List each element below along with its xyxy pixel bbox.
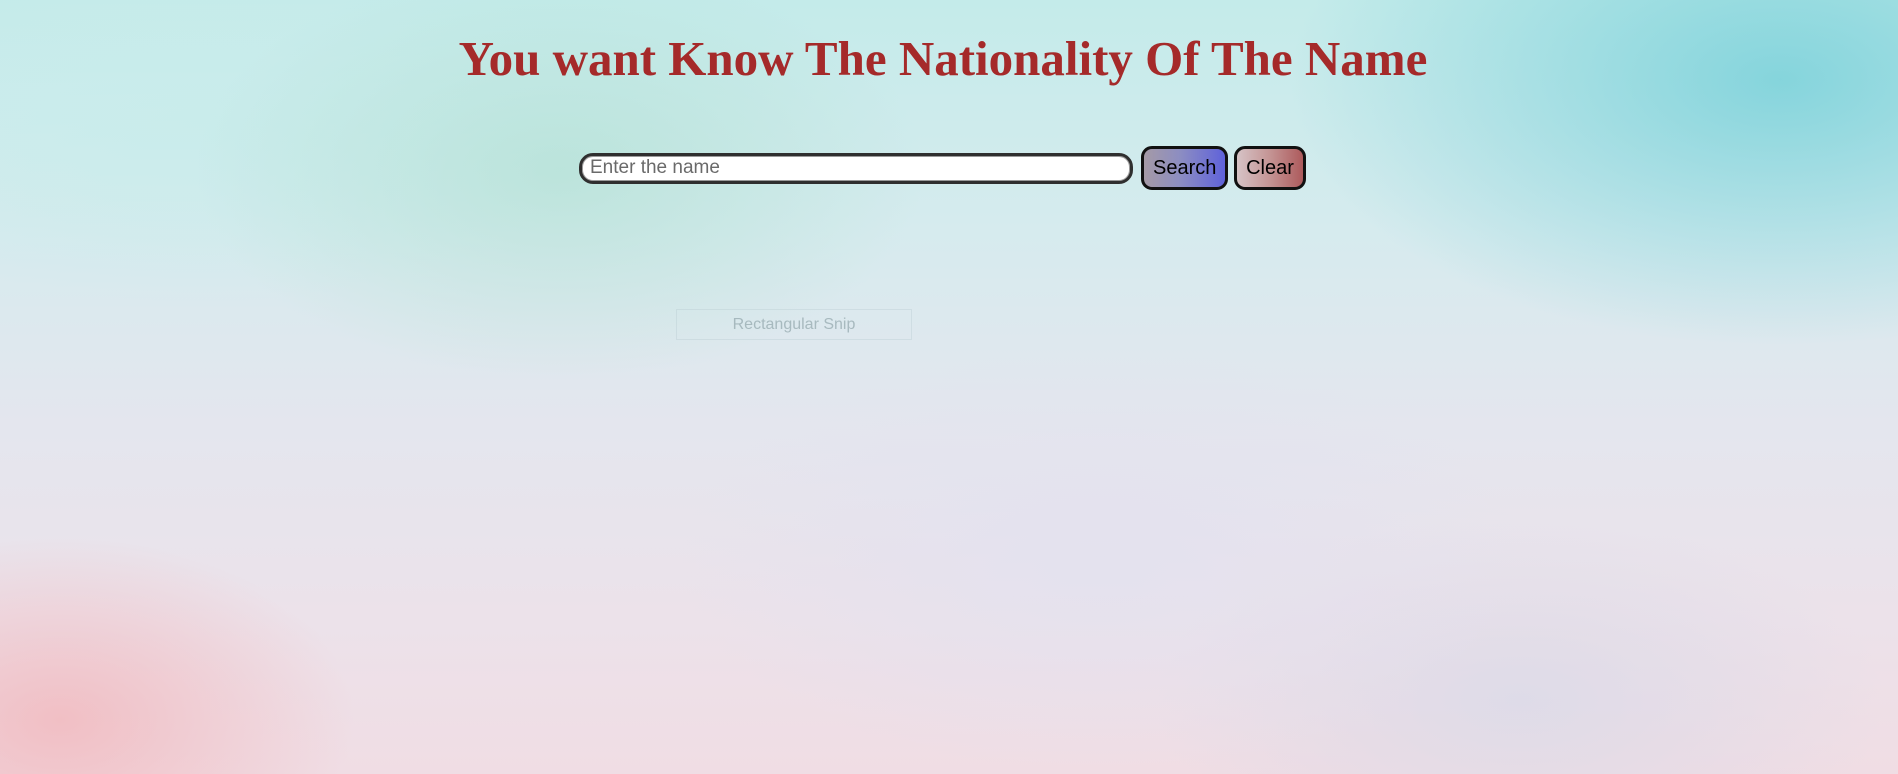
- page-title: You want Know The Nationality Of The Nam…: [458, 31, 1428, 86]
- name-input[interactable]: [579, 152, 1133, 184]
- clear-button[interactable]: Clear: [1234, 146, 1306, 190]
- snip-tooltip: Rectangular Snip: [676, 309, 912, 340]
- search-form: Search Clear: [579, 146, 1306, 190]
- search-button[interactable]: Search: [1141, 146, 1228, 190]
